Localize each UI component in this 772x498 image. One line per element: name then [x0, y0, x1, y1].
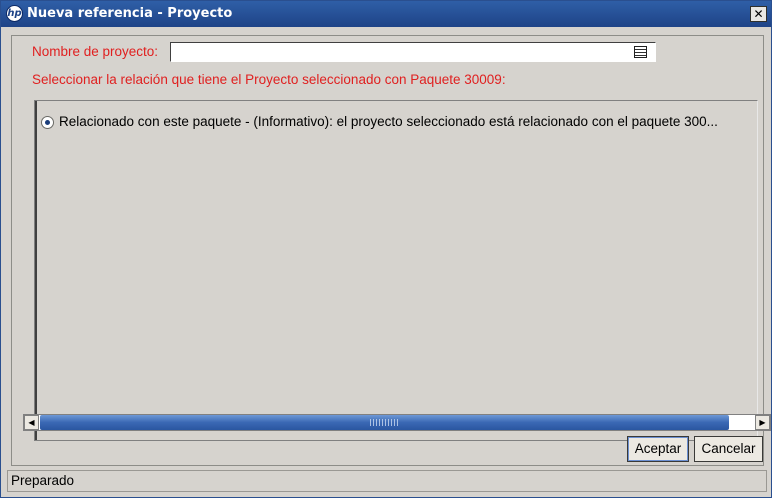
dialog-window: hp Nueva referencia - Proyecto ✕ Nombre … [0, 0, 772, 498]
project-name-input[interactable] [170, 42, 656, 62]
project-name-label: Nombre de proyecto: [32, 44, 159, 59]
hp-logo-icon: hp [6, 5, 23, 22]
title-bar[interactable]: hp Nueva referencia - Proyecto ✕ [1, 1, 771, 27]
cancel-button[interactable]: Cancelar [694, 436, 763, 462]
relation-options-panel: Relacionado con este paquete - (Informat… [34, 100, 758, 441]
window-title: Nueva referencia - Proyecto [27, 6, 233, 21]
radio-button[interactable] [41, 116, 54, 129]
dialog-content: Nombre de proyecto: Seleccionar la relac… [11, 35, 764, 466]
scroll-grip [370, 419, 400, 426]
relation-instruction: Seleccionar la relación que tiene el Pro… [32, 72, 506, 87]
scroll-thumb[interactable] [40, 415, 729, 430]
list-picker-icon[interactable] [634, 46, 647, 58]
accept-button[interactable]: Aceptar [627, 436, 689, 462]
horizontal-scrollbar[interactable]: ◀ ▶ [23, 414, 771, 431]
scroll-right-icon[interactable]: ▶ [755, 415, 770, 430]
panel-edge [35, 101, 37, 440]
close-button[interactable]: ✕ [750, 6, 767, 22]
status-bar: Preparado [7, 470, 767, 492]
relation-option-label: Relacionado con este paquete - (Informat… [59, 114, 718, 129]
radio-selected-dot [45, 120, 50, 125]
scroll-left-icon[interactable]: ◀ [24, 415, 39, 430]
